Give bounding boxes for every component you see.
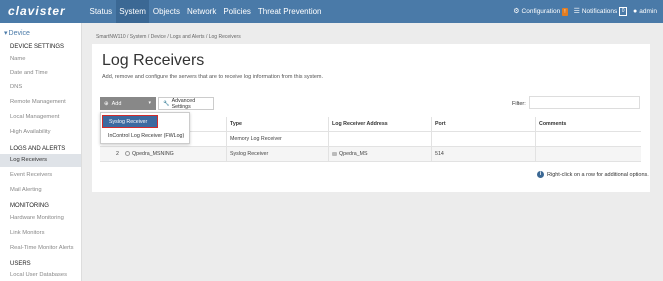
row-type: Syslog Receiver xyxy=(226,147,328,162)
notifications-menu[interactable]: ☰ Notifications 0 xyxy=(573,7,628,16)
sidebar-item-remote-management[interactable]: Remote Management xyxy=(0,96,81,109)
row-address: Qpedra_MS xyxy=(339,151,368,157)
notifications-count: 0 xyxy=(619,7,628,16)
configuration-menu[interactable]: ⚙ Configuration ! xyxy=(513,7,568,16)
row-name: Qpedra_MSNING xyxy=(132,151,174,157)
user-label: admin xyxy=(639,8,657,15)
hint-text: Right-click on a row for additional opti… xyxy=(547,171,649,178)
row-address-cell: Qpedra_MS xyxy=(328,147,431,162)
row-name-cell: Qpedra_MSNING xyxy=(122,147,226,162)
sidebar-item-realtime-monitor-alerts[interactable]: Real-Time Monitor Alerts xyxy=(0,242,81,255)
advanced-settings-button[interactable]: 🔧 Advanced Settings xyxy=(158,97,214,110)
nav-status[interactable]: Status xyxy=(86,0,116,23)
nav-policies[interactable]: Policies xyxy=(220,0,255,23)
configuration-badge: ! xyxy=(562,7,568,16)
row-comments xyxy=(535,132,641,147)
row-hint: i Right-click on a row for additional op… xyxy=(537,171,649,178)
add-label: Add xyxy=(111,100,122,107)
header-type[interactable]: Type xyxy=(226,117,328,132)
nav-threat-prevention[interactable]: Threat Prevention xyxy=(254,0,325,23)
info-icon: i xyxy=(537,171,544,178)
page-description: Add, remove and configure the servers th… xyxy=(102,74,324,80)
sidebar-item-dns[interactable]: DNS xyxy=(0,81,81,94)
header-comments[interactable]: Comments xyxy=(535,117,641,132)
add-dropdown-menu: Syslog Receiver InControl Log Receiver (… xyxy=(100,112,190,144)
gear-icon: ⚙ xyxy=(513,8,520,15)
address-object-icon xyxy=(332,151,337,156)
advanced-settings-label: Advanced Settings xyxy=(171,97,196,110)
row-type: Memory Log Receiver xyxy=(226,132,328,147)
configuration-label: Configuration xyxy=(521,8,561,15)
page-title: Log Receivers xyxy=(102,52,205,69)
header-port[interactable]: Port xyxy=(431,117,535,132)
notifications-label: Notifications xyxy=(581,8,618,15)
caret-down-icon: ▾ xyxy=(148,100,151,106)
nav-system[interactable]: System xyxy=(115,0,150,23)
chevron-down-icon: ▾ xyxy=(4,30,8,37)
wrench-icon: 🔧 xyxy=(163,100,170,107)
sidebar-item-event-receivers[interactable]: Event Receivers xyxy=(0,169,81,182)
sidebar-item-log-receivers[interactable]: Log Receivers xyxy=(0,154,81,167)
filter-label: Filter: xyxy=(512,101,526,107)
syslog-receiver-icon xyxy=(125,151,130,157)
sidebar-item-date-time[interactable]: Date and Time xyxy=(0,67,81,80)
user-icon: ● xyxy=(633,8,638,15)
table-row[interactable]: 2 Qpedra_MSNING Syslog Receiver Qpedra_M… xyxy=(100,147,641,162)
nav-network[interactable]: Network xyxy=(183,0,219,23)
main-nav: Status System Objects Network Policies T… xyxy=(86,0,325,23)
sidebar: ▾ Device DEVICE SETTINGS Name Date and T… xyxy=(0,23,82,281)
add-button[interactable]: ⊕ Add ▾ xyxy=(100,97,156,110)
row-comments xyxy=(535,147,641,162)
sidebar-group-monitoring: MONITORING xyxy=(10,203,49,209)
menu-lines-icon: ☰ xyxy=(573,8,580,15)
top-right-menu: ⚙ Configuration ! ☰ Notifications 0 ● ad… xyxy=(513,0,657,23)
clavister-logo[interactable]: clavister xyxy=(8,4,66,18)
sidebar-group-device-settings: DEVICE SETTINGS xyxy=(10,44,65,50)
sidebar-item-local-user-databases[interactable]: Local User Databases xyxy=(0,269,81,281)
user-menu[interactable]: ● admin xyxy=(633,8,657,15)
sidebar-item-hardware-monitoring[interactable]: Hardware Monitoring xyxy=(0,212,81,225)
sidebar-group-logs-alerts: LOGS AND ALERTS xyxy=(10,146,66,152)
sidebar-head-label: Device xyxy=(8,29,30,37)
plus-circle-icon: ⊕ xyxy=(104,100,109,107)
filter-input[interactable] xyxy=(529,96,640,109)
header-address[interactable]: Log Receiver Address xyxy=(328,117,431,132)
row-port xyxy=(431,132,535,147)
sidebar-group-users: USERS xyxy=(10,261,31,267)
sidebar-device-toggle[interactable]: ▾ Device xyxy=(4,29,30,38)
row-port: 514 xyxy=(431,147,535,162)
breadcrumb[interactable]: SmartNW110 / System / Device / Logs and … xyxy=(96,34,241,40)
menu-item-syslog-receiver[interactable]: Syslog Receiver xyxy=(102,115,158,128)
sidebar-item-local-management[interactable]: Local Management xyxy=(0,111,81,124)
sidebar-item-link-monitors[interactable]: Link Monitors xyxy=(0,227,81,240)
sidebar-item-name[interactable]: Name xyxy=(0,53,81,66)
menu-item-incontrol-log-receiver[interactable]: InControl Log Receiver (FWLog) xyxy=(101,130,189,143)
sidebar-item-high-availability[interactable]: High Availability xyxy=(0,126,81,139)
row-address xyxy=(328,132,431,147)
row-index: 2 xyxy=(116,151,119,157)
nav-objects[interactable]: Objects xyxy=(149,0,183,23)
top-navigation-bar: clavister Status System Objects Network … xyxy=(0,0,663,23)
sidebar-item-mail-alerting[interactable]: Mail Alerting xyxy=(0,184,81,197)
main-card: Log Receivers Add, remove and configure … xyxy=(92,44,650,192)
